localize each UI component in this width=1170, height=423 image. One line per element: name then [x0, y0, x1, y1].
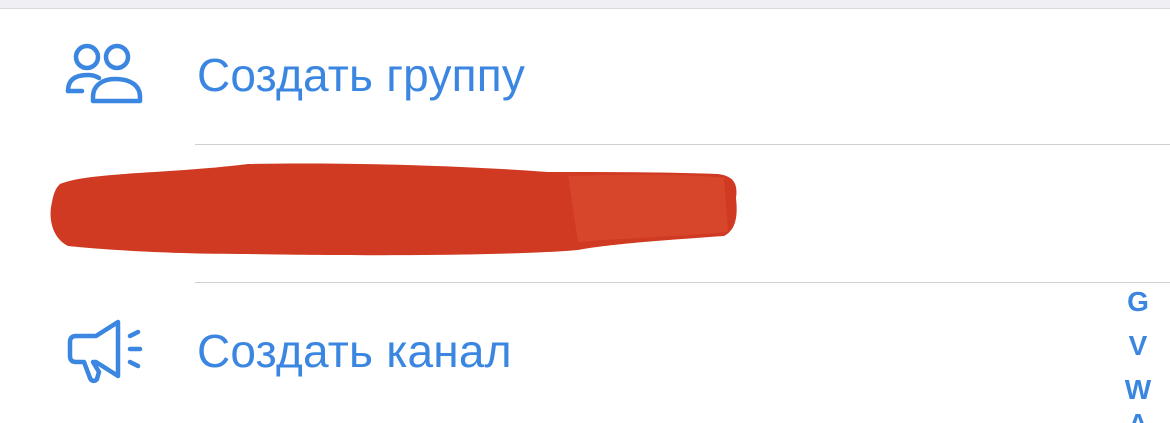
index-letter-w[interactable]: W	[1125, 368, 1151, 412]
people-group-icon	[60, 39, 150, 119]
index-letter-v[interactable]: V	[1129, 324, 1148, 368]
create-group-row[interactable]: Создать группу	[0, 9, 1140, 145]
create-channel-row[interactable]: Создать канал	[0, 284, 1140, 420]
create-group-label: Создать группу	[197, 49, 526, 101]
create-channel-label: Создать канал	[197, 325, 512, 377]
row-separator	[195, 282, 1170, 283]
top-divider	[0, 0, 1170, 9]
megaphone-icon	[60, 312, 150, 392]
new-message-menu-screen: Создать группу Создать канал G V W	[0, 0, 1170, 423]
redaction-mark	[48, 158, 738, 258]
row-separator	[195, 144, 1170, 145]
index-letter-g[interactable]: G	[1127, 280, 1149, 324]
section-index-bar[interactable]: G V W A	[1122, 280, 1154, 423]
index-letter-a[interactable]: A	[1128, 412, 1148, 423]
